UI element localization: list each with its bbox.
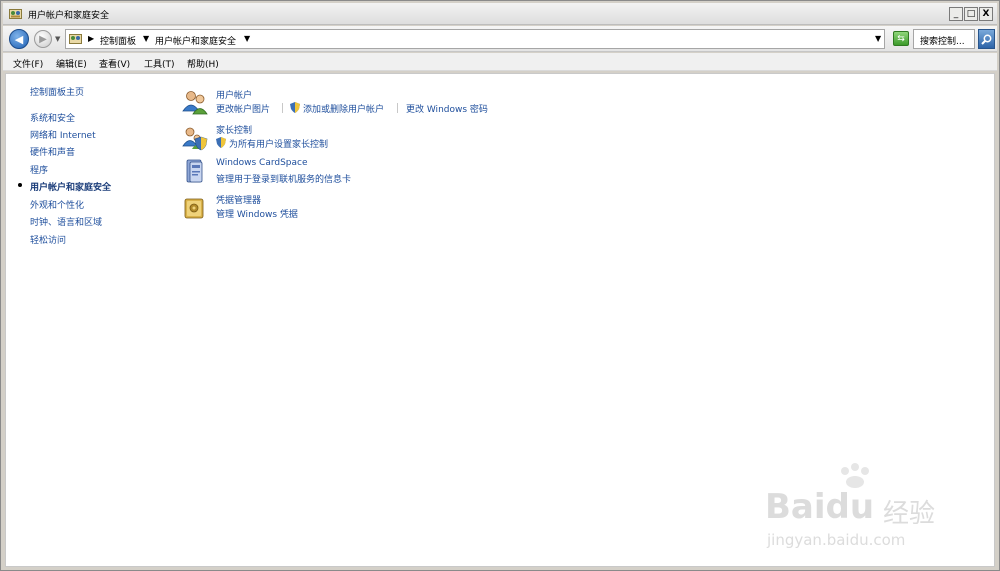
category-credential-manager-title[interactable]: 凭据管理器 [216, 193, 261, 206]
menu-edit[interactable]: 编辑(E) [56, 57, 87, 70]
sidebar-item-network[interactable]: 网络和 Internet [30, 128, 96, 141]
sidebar-item-appearance[interactable]: 外观和个性化 [30, 198, 84, 211]
watermark-brand: Baidu [765, 487, 875, 527]
refresh-icon: ⇆ [897, 33, 905, 44]
search-placeholder: 搜索控制... [920, 37, 965, 47]
search-input[interactable]: 搜索控制... [913, 29, 975, 49]
current-item-bullet [18, 183, 22, 187]
sidebar-item-hardware[interactable]: 硬件和声音 [30, 145, 75, 158]
back-arrow-icon: ◀ [14, 32, 24, 46]
breadcrumb-chevron-icon[interactable]: ▼ [244, 34, 250, 43]
menu-help[interactable]: 帮助(H) [187, 57, 219, 70]
uac-shield-icon [216, 137, 226, 148]
menu-file[interactable]: 文件(F) [13, 57, 43, 70]
search-button[interactable] [978, 29, 995, 49]
search-icon [981, 34, 992, 45]
sidebar-item-clock-region[interactable]: 时钟、语言和区域 [30, 215, 102, 228]
forward-button[interactable]: ▶ [34, 30, 52, 48]
sidebar-item-programs[interactable]: 程序 [30, 163, 48, 176]
control-panel-icon [69, 34, 82, 44]
sidebar-item-ease-of-access[interactable]: 轻松访问 [30, 233, 66, 246]
link-separator [282, 103, 283, 113]
title-bar[interactable]: 用户帐户和家庭安全 _ □ X [3, 3, 997, 25]
watermark-url: jingyan.baidu.com [767, 531, 906, 549]
cardspace-icon[interactable] [182, 159, 208, 185]
refresh-button[interactable]: ⇆ [893, 31, 909, 46]
uac-shield-icon [290, 102, 300, 113]
control-panel-window: 用户帐户和家庭安全 _ □ X ◀ ▶ ▼ ▶ 控制面板 ▼ 用户帐户和家庭安全… [0, 0, 1000, 571]
breadcrumb-user-accounts[interactable]: 用户帐户和家庭安全 [155, 34, 236, 47]
breadcrumb-control-panel[interactable]: 控制面板 [100, 34, 136, 47]
manage-info-cards-link[interactable]: 管理用于登录到联机服务的信息卡 [216, 172, 351, 185]
change-account-picture-link[interactable]: 更改帐户图片 [216, 102, 270, 115]
address-dropdown-icon[interactable]: ▼ [875, 34, 881, 43]
back-button[interactable]: ◀ [9, 29, 29, 49]
maximize-button[interactable]: □ [964, 7, 978, 21]
close-button[interactable]: X [979, 7, 993, 21]
forward-arrow-icon: ▶ [39, 33, 47, 45]
address-box[interactable]: ▶ 控制面板 ▼ 用户帐户和家庭安全 ▼ ▼ [65, 29, 885, 49]
category-user-accounts-title[interactable]: 用户帐户 [216, 88, 252, 101]
minimize-button[interactable]: _ [949, 7, 963, 21]
baidu-watermark: Baidu 经验 jingyan.baidu.com [765, 463, 945, 553]
navigation-bar: ◀ ▶ ▼ ▶ 控制面板 ▼ 用户帐户和家庭安全 ▼ ▼ ⇆ 搜索控制... [3, 26, 997, 52]
category-parental-controls-title[interactable]: 家长控制 [216, 123, 252, 136]
recent-pages-chevron-icon[interactable]: ▼ [55, 35, 60, 43]
setup-parental-controls-link[interactable]: 为所有用户设置家长控制 [229, 137, 328, 150]
parental-controls-icon[interactable] [182, 125, 208, 151]
window-title: 用户帐户和家庭安全 [28, 11, 110, 21]
breadcrumb-chevron-icon[interactable]: ▶ [88, 34, 94, 43]
link-separator [397, 103, 398, 113]
credential-manager-icon[interactable] [182, 195, 208, 221]
change-windows-password-link[interactable]: 更改 Windows 密码 [406, 102, 488, 115]
users-icon[interactable] [182, 89, 208, 115]
menu-tools[interactable]: 工具(T) [144, 57, 175, 70]
manage-windows-credentials-link[interactable]: 管理 Windows 凭据 [216, 207, 298, 220]
menu-bar: 文件(F) 编辑(E) 查看(V) 工具(T) 帮助(H) [3, 53, 997, 71]
sidebar-item-system-security[interactable]: 系统和安全 [30, 111, 75, 124]
add-remove-accounts-link[interactable]: 添加或删除用户帐户 [303, 102, 384, 115]
watermark-jingyan: 经验 [883, 499, 936, 529]
control-panel-icon [9, 9, 22, 19]
menu-view[interactable]: 查看(V) [99, 57, 130, 70]
breadcrumb-chevron-icon[interactable]: ▼ [143, 34, 149, 43]
paw-logo-icon [841, 463, 869, 488]
sidebar-item-user-accounts[interactable]: 用户帐户和家庭安全 [30, 180, 111, 193]
category-cardspace-title[interactable]: Windows CardSpace [216, 158, 308, 168]
control-panel-home-link[interactable]: 控制面板主页 [30, 85, 84, 98]
